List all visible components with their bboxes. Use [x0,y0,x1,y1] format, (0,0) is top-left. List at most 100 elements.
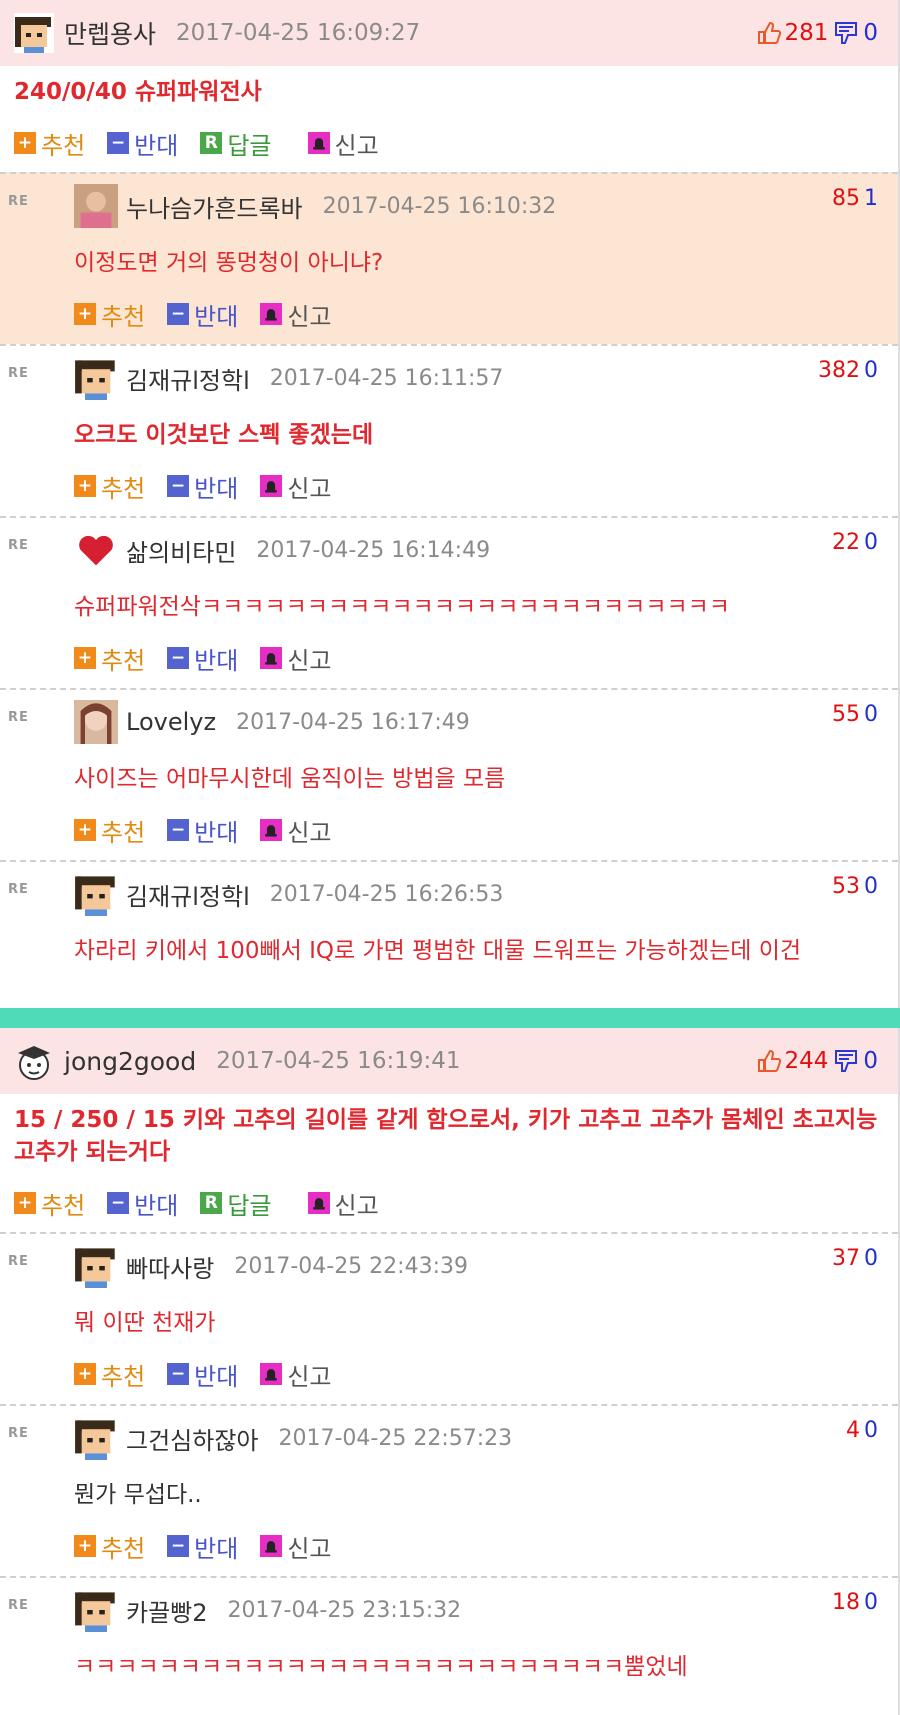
report-button[interactable]: 신고 [307,126,379,161]
reply-username[interactable]: 김재규l정학l [126,877,250,912]
minus-icon: − [167,1535,190,1557]
reply-username[interactable]: Lovelyz [126,708,216,736]
user-avatar[interactable] [74,184,118,228]
user-avatar[interactable] [74,700,118,744]
reply-date: 2017-04-25 23:15:32 [227,1597,462,1623]
oppose-button[interactable]: − 반대 [167,297,238,332]
recommend-button[interactable]: + 추천 [74,469,145,504]
siren-icon [260,1535,283,1557]
user-avatar[interactable] [74,356,118,400]
recommend-label: 추천 [101,1362,146,1391]
recommend-button[interactable]: + 추천 [74,1529,145,1564]
post-downvote-count: 0 [863,20,878,46]
recommend-button[interactable]: + 추천 [74,297,145,332]
siren-icon [307,1192,330,1214]
reply-username[interactable]: 빠따사랑 [126,1249,214,1284]
reply-username[interactable]: 누나슴가흔드록바 [126,189,303,224]
reply-votes: 18 0 [832,1590,878,1615]
post-downvote-count: 0 [863,1048,878,1074]
report-label: 신고 [334,131,379,160]
reply-actions: + 추천 − 반대 신고 [74,456,898,516]
heart-avatar[interactable] [74,528,118,572]
reply-arrow-icon: RE [8,1598,29,1613]
post-upvote-count: 244 [784,1048,829,1074]
oppose-button[interactable]: − 반대 [167,1529,238,1564]
reply-votes: 40 [846,1418,878,1443]
thumbs-down-icon [835,22,858,44]
post-username[interactable]: jong2good [64,1047,196,1076]
recommend-button[interactable]: + 추천 [14,126,85,161]
siren-icon [260,819,283,841]
reply-icon: R [200,1192,223,1214]
plus-icon: + [14,132,36,154]
reply-username[interactable]: 삶의비타민 [126,533,236,568]
reply-button[interactable]: R 답글 [200,126,272,161]
recommend-button[interactable]: + 추천 [14,1186,85,1221]
reply-text: 사이즈는 어마무시한데 움직이는 방법을 모름 [74,766,506,792]
user-avatar[interactable] [74,1244,118,1288]
reply-downvote-count: 0 [864,1590,878,1615]
post-upvote-count: 281 [784,20,829,46]
thumbs-up-icon [758,21,782,44]
thumbs-down-icon [835,1050,858,1072]
reply-downvote-count: 0 [864,874,878,899]
post-votes: 281 0 [756,20,878,46]
graduate-avatar[interactable] [14,1041,54,1081]
reply-upvote-count: 55 [832,702,860,727]
reply-arrow-icon: RE [8,1426,29,1441]
report-button[interactable]: 신고 [260,641,332,676]
reply-text: 오크도 이것보단 스펙 좋겠는데 [74,422,374,448]
reply-username[interactable]: 그건심하잖아 [126,1421,258,1456]
oppose-button[interactable]: − 반대 [107,1186,178,1221]
oppose-button[interactable]: − 반대 [167,469,238,504]
reply-downvote-count: 0 [864,1246,878,1271]
reply-text: 차라리 키에서 100빼서 IQ로 가면 평범한 대물 드워프는 가능하겠는데 … [74,938,802,964]
reply-date: 2017-04-25 16:26:53 [269,881,504,907]
post-votes: 244 0 [756,1048,878,1074]
bottom-pane[interactable]: jong2good 2017-04-25 16:19:41 244 0 15 /… [0,1028,900,1715]
oppose-label: 반대 [194,1362,239,1391]
reply-date: 2017-04-25 16:11:57 [269,365,504,391]
recommend-button[interactable]: + 추천 [74,1357,145,1392]
reply-button[interactable]: R 답글 [200,1186,272,1221]
reply-header: Lovelyz 2017-04-25 16:17:49 55 0 [74,690,898,754]
user-avatar[interactable] [74,872,118,916]
user-avatar[interactable] [14,13,54,53]
oppose-button[interactable]: − 반대 [167,641,238,676]
reply-header: 김재규l정학l 2017-04-25 16:11:57 382 0 [74,346,898,410]
reply-upvote-count: 382 [818,358,860,383]
top-pane[interactable]: 만렙용사 2017-04-25 16:09:27 281 0 240/0/40 … [0,0,900,1008]
report-button[interactable]: 신고 [307,1186,379,1221]
recommend-button[interactable]: + 추천 [74,641,145,676]
reply-username[interactable]: 김재규l정학l [126,361,250,396]
oppose-button[interactable]: − 반대 [107,126,178,161]
recommend-label: 추천 [41,131,86,160]
oppose-label: 반대 [134,131,179,160]
reply-item: RE 그건심하잖아 2017-04-25 22:57:23 40 뭔가 무섭다.… [0,1404,898,1576]
recommend-label: 추천 [41,1191,86,1220]
reply-username[interactable]: 카끌빵2 [126,1593,208,1628]
recommend-label: 추천 [101,474,146,503]
siren-icon [260,475,283,497]
report-button[interactable]: 신고 [260,1529,332,1564]
report-button[interactable]: 신고 [260,813,332,848]
report-button[interactable]: 신고 [260,297,332,332]
siren-icon [260,1363,283,1385]
reply-date: 2017-04-25 22:43:39 [234,1253,468,1279]
reply-arrow-icon: RE [8,194,29,209]
report-button[interactable]: 신고 [260,469,332,504]
user-avatar[interactable] [74,1588,118,1632]
report-button[interactable]: 신고 [260,1357,332,1392]
user-avatar[interactable] [74,1416,118,1460]
report-label: 신고 [287,302,332,331]
oppose-button[interactable]: − 반대 [167,1357,238,1392]
reply-header: 누나슴가흔드록바 2017-04-25 16:10:32 85 1 [74,174,898,238]
reply-header: 빠따사랑 2017-04-25 22:43:39 37 0 [74,1234,898,1298]
oppose-button[interactable]: − 반대 [167,813,238,848]
reply-icon: R [200,132,223,154]
post-username[interactable]: 만렙용사 [64,15,156,51]
report-label: 신고 [287,1362,332,1391]
recommend-button[interactable]: + 추천 [74,813,145,848]
post-title: 240/0/40 슈퍼파워전사 [14,79,262,105]
reply-item: RE 카끌빵2 2017-04-25 23:15:32 18 0 ㅋㅋㅋㅋㅋㅋㅋㅋ… [0,1576,898,1688]
